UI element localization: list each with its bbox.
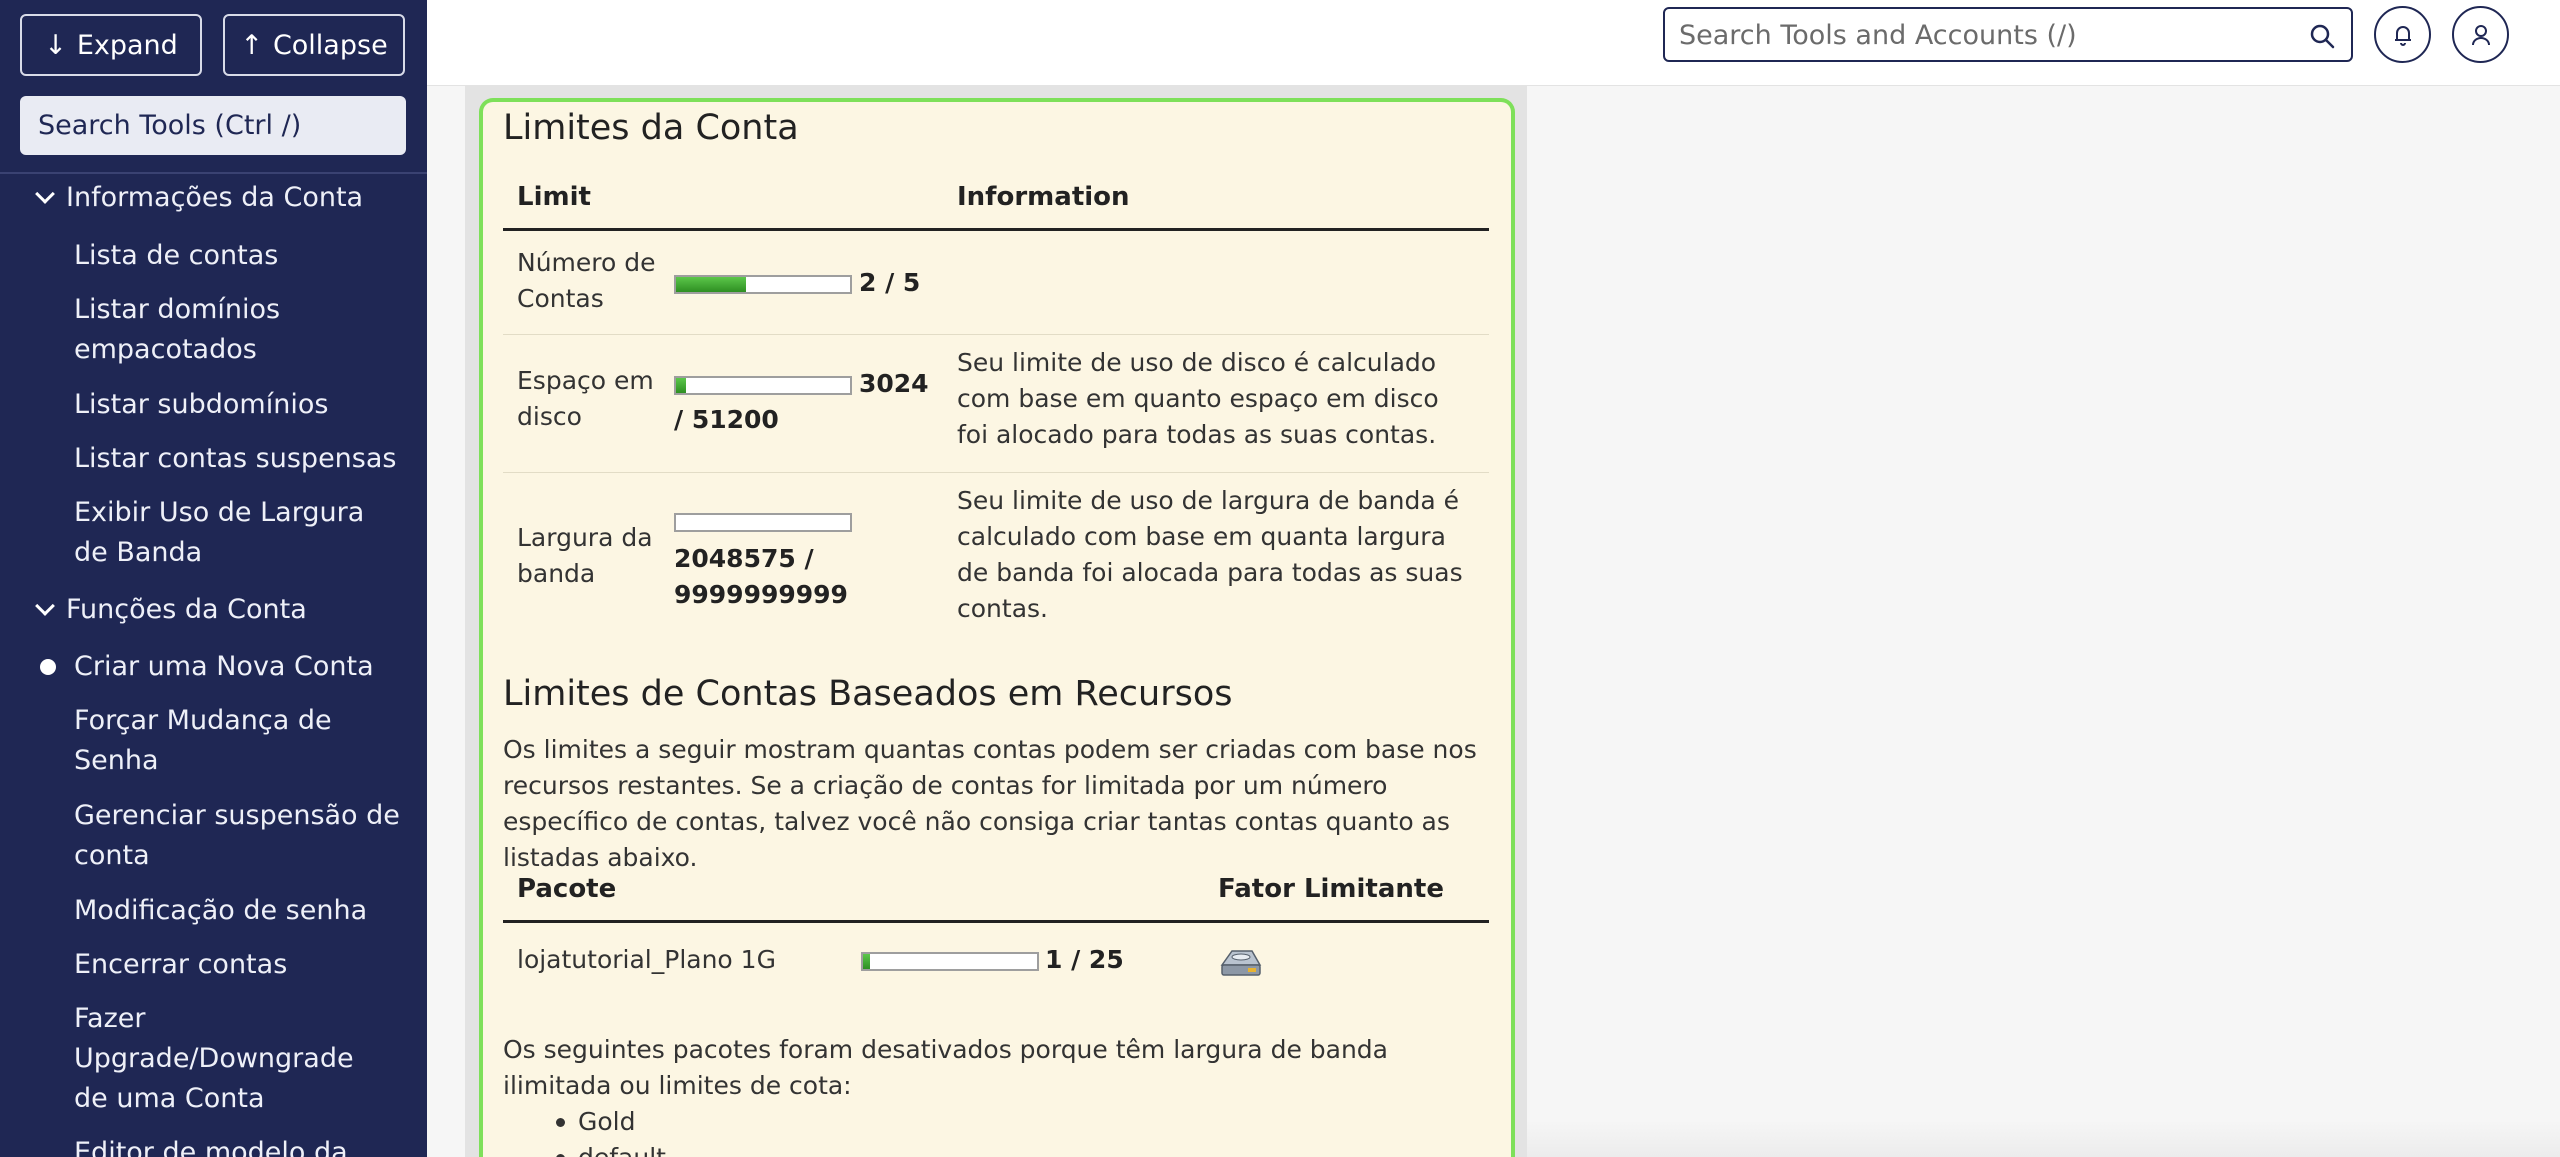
sidebar: ↓ Expand ↑ Collapse Search Tools (Ctrl /… <box>0 0 427 1157</box>
sidebar-search-input[interactable]: Search Tools (Ctrl /) <box>20 96 406 155</box>
sidebar-group-label: Funções da Conta <box>66 594 307 625</box>
user-icon <box>2471 24 2490 45</box>
limits-title: Limites da Conta <box>503 108 799 148</box>
bandwidth-usage-bar <box>674 513 852 532</box>
bandwidth-usage-value: 2048575 / 9999999999 <box>674 544 848 609</box>
arrow-down-icon: ↓ <box>44 29 67 61</box>
sidebar-item-modificacao-senha[interactable]: Modificação de senha <box>74 891 404 931</box>
bandwidth-info-text: Seu limite de uso de largura de banda é … <box>957 486 1463 623</box>
package-name: lojatutorial_Plano 1G <box>517 945 776 974</box>
sidebar-item-upgrade-downgrade[interactable]: Fazer Upgrade/Downgrade de uma Conta <box>74 999 394 1119</box>
accounts-usage-value: 2 / 5 <box>859 268 921 297</box>
accounts-usage-fill <box>676 277 746 292</box>
factor-column-header: Fator Limitante <box>1218 874 1444 904</box>
active-indicator-icon <box>40 659 56 675</box>
expand-button[interactable]: ↓ Expand <box>20 14 202 76</box>
information-column-header: Information <box>957 182 1130 212</box>
chevron-down-icon <box>35 596 55 616</box>
sidebar-item-lista-contas[interactable]: Lista de contas <box>74 236 404 276</box>
row-divider <box>503 334 1489 335</box>
disabled-package-item: default <box>556 1140 666 1157</box>
sidebar-item-forcar-senha[interactable]: Forçar Mudança de Senha <box>74 701 404 781</box>
package-usage-bar <box>861 952 1039 971</box>
resources-description: Os limites a seguir mostram quantas cont… <box>503 735 1477 872</box>
bell-icon <box>2394 25 2411 46</box>
table-header-rule <box>503 920 1489 923</box>
global-search[interactable] <box>1663 7 2353 62</box>
sidebar-item-criar-conta[interactable]: Criar uma Nova Conta <box>74 647 404 687</box>
user-menu-button[interactable] <box>2452 6 2509 63</box>
accounts-usage-bar <box>674 275 852 294</box>
disk-info-text: Seu limite de uso de disco é calculado c… <box>957 348 1439 449</box>
sidebar-group-informacoes[interactable]: Informações da Conta <box>35 178 364 218</box>
sidebar-group-label: Informações da Conta <box>66 182 364 213</box>
package-column-header: Pacote <box>517 874 617 904</box>
search-icon[interactable] <box>2309 23 2335 49</box>
collapse-button[interactable]: ↑ Collapse <box>223 14 405 76</box>
sidebar-item-largura-banda[interactable]: Exibir Uso de Largura de Banda <box>74 493 404 573</box>
account-limits-panel: Limites da Conta Limit Information Númer… <box>479 98 1515 1157</box>
global-search-input[interactable] <box>1679 15 2299 55</box>
disk-icon <box>1220 950 1262 976</box>
limit-column-header: Limit <box>517 182 591 212</box>
sidebar-item-encerrar-contas[interactable]: Encerrar contas <box>74 945 404 985</box>
disk-usage-value: 3024 / 51200 <box>674 369 929 434</box>
scroll-shadow <box>1527 1120 2560 1157</box>
notifications-button[interactable] <box>2374 6 2431 63</box>
chevron-down-icon <box>35 184 55 204</box>
collapse-label: Collapse <box>272 29 388 61</box>
top-bar <box>427 0 2560 86</box>
sidebar-group-funcoes[interactable]: Funções da Conta <box>35 590 307 630</box>
sidebar-item-editor-modelo[interactable]: Editor de modelo da <box>74 1133 404 1157</box>
disabled-packages-note: Os seguintes pacotes foram desativados p… <box>503 1035 1388 1100</box>
resources-title: Limites de Contas Baseados em Recursos <box>503 674 1233 714</box>
sidebar-item-suspensao[interactable]: Gerenciar suspensão de conta <box>74 796 404 876</box>
limit-label: Largura da banda <box>517 523 653 588</box>
limit-label: Número de Contas <box>517 248 656 313</box>
sidebar-item-contas-suspensas[interactable]: Listar contas suspensas <box>74 439 404 479</box>
sidebar-item-subdominios[interactable]: Listar subdomínios <box>74 385 404 425</box>
row-divider <box>503 472 1489 473</box>
expand-label: Expand <box>76 29 178 61</box>
disabled-package-item: Gold <box>555 1104 635 1140</box>
package-usage-value: 1 / 25 <box>1045 945 1124 974</box>
table-header-rule <box>503 228 1489 231</box>
package-usage-fill <box>863 954 870 969</box>
sidebar-divider <box>0 172 427 174</box>
limit-label: Espaço em disco <box>517 366 654 431</box>
sidebar-item-dominios-empacotados[interactable]: Listar domínios empacotados <box>74 290 404 370</box>
arrow-up-icon: ↑ <box>240 29 263 61</box>
